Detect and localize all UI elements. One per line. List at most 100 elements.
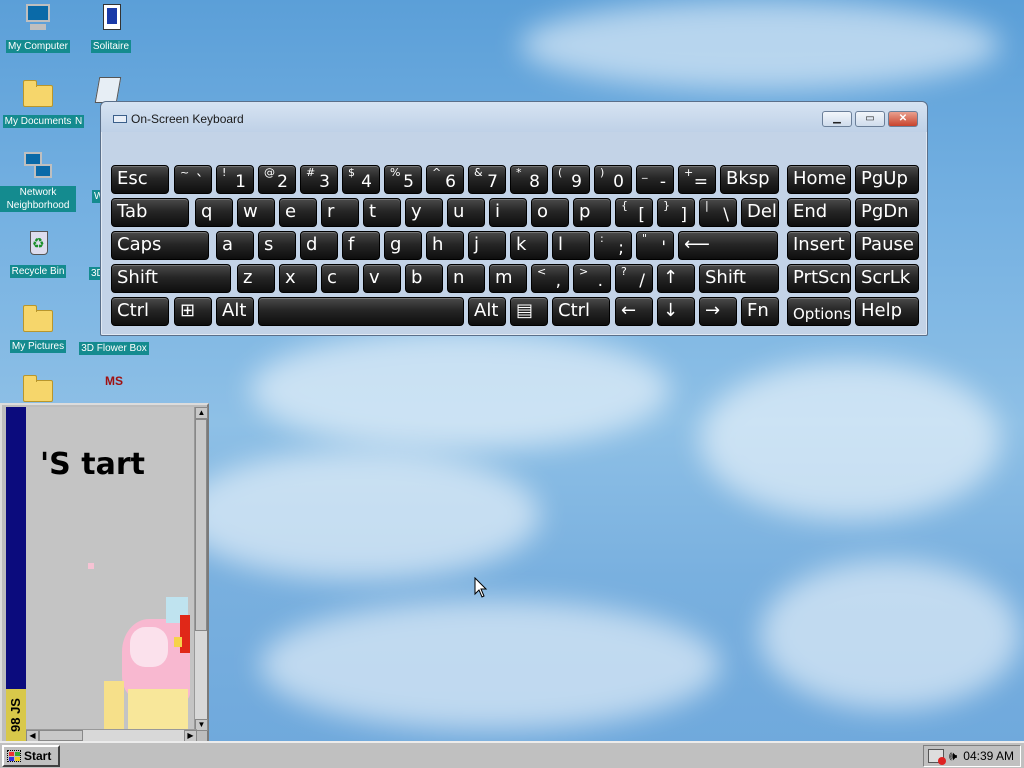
key-shift[interactable]: Shift <box>111 264 231 293</box>
key-z[interactable]: z <box>237 264 275 293</box>
key-r[interactable]: r <box>321 198 359 227</box>
key-caps[interactable]: Caps <box>111 231 209 260</box>
key-s[interactable]: s <box>258 231 296 260</box>
key-6[interactable]: ^ 6 <box>426 165 464 194</box>
key-pause[interactable]: Pause <box>855 231 919 260</box>
key--[interactable]: :; <box>594 231 632 260</box>
desktop-icon-n[interactable]: N <box>73 77 122 129</box>
key--[interactable]: + = <box>678 165 716 194</box>
key--[interactable]: ▤ <box>510 297 548 326</box>
game-window[interactable]: 98 JS 'S tart ▲ ▼ ◀ ▶ <box>0 403 209 743</box>
key-u[interactable]: u <box>447 198 485 227</box>
key-c[interactable]: c <box>321 264 359 293</box>
close-button[interactable]: ✕ <box>888 111 918 127</box>
key-v[interactable]: v <box>363 264 401 293</box>
key-pgup[interactable]: PgUp <box>855 165 919 194</box>
key-pgdn[interactable]: PgDn <box>855 198 919 227</box>
scroll-thumb[interactable] <box>195 419 207 631</box>
key-bksp[interactable]: Bksp <box>720 165 779 194</box>
key-ctrl[interactable]: Ctrl <box>111 297 169 326</box>
key-k[interactable]: k <box>510 231 548 260</box>
key-options[interactable]: Options <box>787 297 851 326</box>
key-h[interactable]: h <box>426 231 464 260</box>
key-j[interactable]: j <box>468 231 506 260</box>
key--[interactable]: ↓ <box>657 297 695 326</box>
key-1[interactable]: ! 1 <box>216 165 254 194</box>
key-8[interactable]: * 8 <box>510 165 548 194</box>
key-i[interactable]: i <box>489 198 527 227</box>
key--[interactable]: _ - <box>636 165 674 194</box>
key-scrlk[interactable]: ScrLk <box>855 264 919 293</box>
key-e[interactable]: e <box>279 198 317 227</box>
key-x[interactable]: x <box>279 264 317 293</box>
key--[interactable]: ⊞ <box>174 297 212 326</box>
key-help[interactable]: Help <box>855 297 919 326</box>
key--[interactable]: <, <box>531 264 569 293</box>
key-p[interactable]: p <box>573 198 611 227</box>
key-t[interactable]: t <box>363 198 401 227</box>
key--[interactable]: " ' <box>636 231 674 260</box>
key--[interactable]: ← <box>615 297 653 326</box>
key-shift[interactable]: Shift <box>699 264 779 293</box>
on-screen-keyboard-window[interactable]: On-Screen Keyboard ▁ ▭ ✕ Esc ~ `! 1 @2 #3 $4% 5… <box>100 101 928 336</box>
hscroll-thumb[interactable] <box>39 730 83 741</box>
minimize-button[interactable]: ▁ <box>822 111 852 127</box>
key-prtscn[interactable]: PrtScn <box>787 264 851 293</box>
key-q[interactable]: q <box>195 198 233 227</box>
key-0[interactable]: ) 0 <box>594 165 632 194</box>
speaker-icon[interactable]: 🕪 <box>949 748 957 764</box>
key--[interactable]: → <box>699 297 737 326</box>
osk-title-bar[interactable]: On-Screen Keyboard ▁ ▭ ✕ <box>101 102 927 132</box>
key-m[interactable]: m <box>489 264 527 293</box>
key--[interactable]: }] <box>657 198 695 227</box>
key-alt[interactable]: Alt <box>468 297 506 326</box>
key-o[interactable]: o <box>531 198 569 227</box>
tray-app-icon[interactable] <box>928 749 946 765</box>
key--[interactable]: | \ <box>699 198 737 227</box>
key--[interactable]: ~ ` <box>174 165 212 194</box>
key-5[interactable]: % 5 <box>384 165 422 194</box>
key-w[interactable]: w <box>237 198 275 227</box>
key--[interactable]: >. <box>573 264 611 293</box>
key-2[interactable]: @2 <box>258 165 296 194</box>
game-canvas[interactable]: 'S tart <box>26 407 196 731</box>
key-7[interactable]: & 7 <box>468 165 506 194</box>
key-home[interactable]: Home <box>787 165 851 194</box>
desktop-icon-my-pictures[interactable]: My Pictures <box>0 302 76 354</box>
key--[interactable]: ? / <box>615 264 653 293</box>
key-4[interactable]: $4 <box>342 165 380 194</box>
desktop-icon-network-neighborhood[interactable]: Network Neighborhood <box>0 152 76 213</box>
start-button[interactable]: Start <box>2 745 60 767</box>
key-fn[interactable]: Fn <box>741 297 779 326</box>
key--[interactable]: ⟵ <box>678 231 778 260</box>
scroll-up-arrow[interactable]: ▲ <box>195 407 208 419</box>
desktop-icon-my-documents[interactable]: My Documents <box>0 77 76 129</box>
key-f[interactable]: f <box>342 231 380 260</box>
horizontal-scrollbar[interactable]: ◀ ▶ <box>26 729 197 742</box>
desktop-icon-ms-program[interactable]: MS <box>76 372 152 406</box>
desktop-icon-recycle-bin[interactable]: Recycle Bin <box>0 227 76 279</box>
key-tab[interactable]: Tab <box>111 198 189 227</box>
clock[interactable]: 04:39 AM <box>963 749 1014 763</box>
key-del[interactable]: Del <box>741 198 779 227</box>
key-d[interactable]: d <box>300 231 338 260</box>
key-a[interactable]: a <box>216 231 254 260</box>
key-3[interactable]: #3 <box>300 165 338 194</box>
key-alt[interactable]: Alt <box>216 297 254 326</box>
key-9[interactable]: (9 <box>552 165 590 194</box>
key-esc[interactable]: Esc <box>111 165 169 194</box>
key--[interactable]: ↑ <box>657 264 695 293</box>
key-y[interactable]: y <box>405 198 443 227</box>
restore-button[interactable]: ▭ <box>855 111 885 127</box>
vertical-scrollbar[interactable]: ▲ ▼ <box>194 407 208 731</box>
key--[interactable]: {[ <box>615 198 653 227</box>
key-end[interactable]: End <box>787 198 851 227</box>
desktop-icon-folder[interactable] <box>0 372 76 406</box>
key-insert[interactable]: Insert <box>787 231 851 260</box>
key-ctrl[interactable]: Ctrl <box>552 297 610 326</box>
key-n[interactable]: n <box>447 264 485 293</box>
desktop-icon-my-computer[interactable]: My Computer <box>0 2 76 54</box>
key-g[interactable]: g <box>384 231 422 260</box>
key-l[interactable]: l <box>552 231 590 260</box>
key-space[interactable] <box>258 297 464 326</box>
